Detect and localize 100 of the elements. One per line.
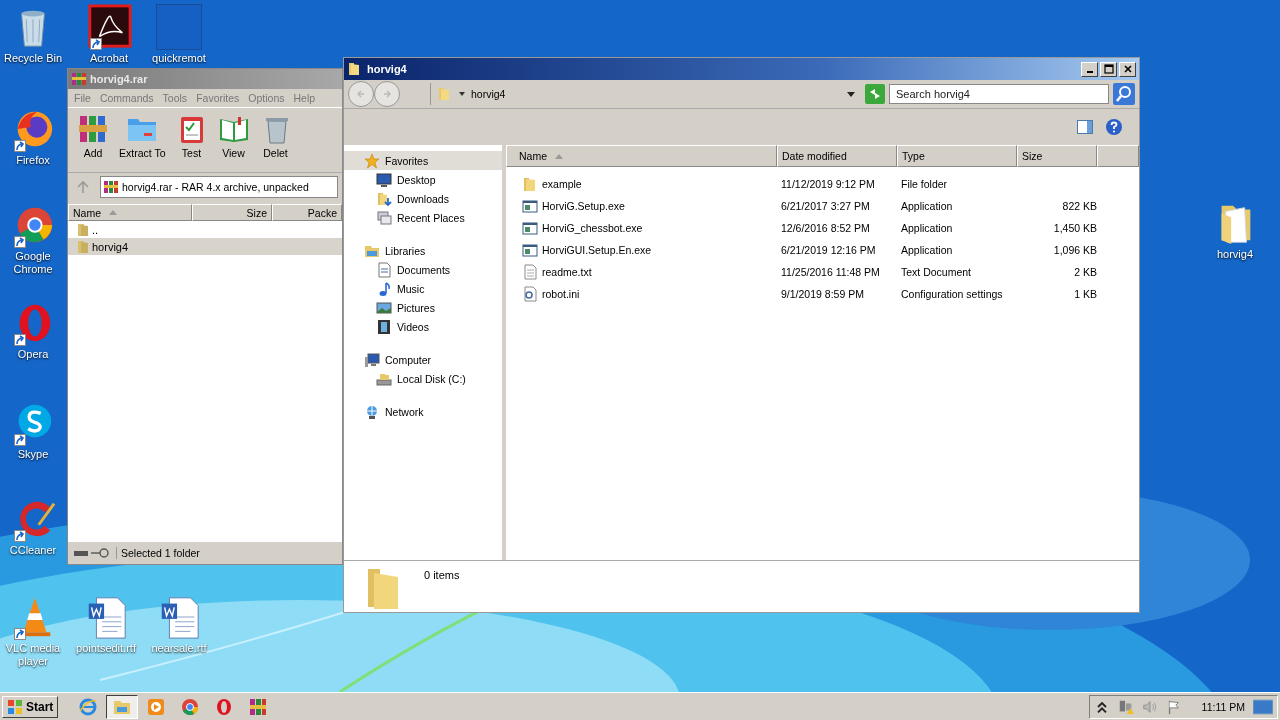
column-header[interactable]: Size	[192, 204, 272, 221]
play-icon	[146, 696, 167, 717]
icon-label: pointsedit.rtf	[76, 642, 136, 655]
help-icon[interactable]	[1105, 118, 1123, 136]
maximize-button[interactable]	[1100, 61, 1117, 77]
table-cell-text: 9/1/2019 8:59 PM	[780, 288, 865, 300]
column-header[interactable]: Name	[506, 145, 777, 167]
document-icon	[376, 261, 392, 278]
toolbar-button[interactable]: Delet	[256, 111, 295, 169]
column-header[interactable]: Date modified	[777, 145, 897, 167]
search-icon[interactable]	[1113, 83, 1135, 105]
icon-label: Google Chrome	[12, 250, 54, 276]
start-button[interactable]: Start	[2, 695, 59, 718]
path-field[interactable]: horvig4.rar - RAR 4.x archive, unpacked	[100, 176, 338, 198]
refresh-icon[interactable]	[865, 84, 885, 104]
globe-icon	[78, 696, 99, 717]
clock[interactable]: 11:11 PM	[1201, 700, 1245, 713]
desktop-icon[interactable]: horvig4	[1202, 198, 1268, 261]
table-cell-text: 11/25/2016 11:48 PM	[780, 266, 881, 278]
desktop-icon[interactable]: Recycle Bin	[0, 2, 66, 65]
dropdown-caret-icon	[847, 91, 855, 97]
minimize-button[interactable]	[1081, 61, 1098, 77]
file-row[interactable]: robot.ini 9/1/2019 8:59 PM Configuration settings 1 KB	[506, 283, 1139, 305]
books-icon	[248, 696, 269, 717]
folder-icon	[76, 239, 90, 254]
taskbar-button[interactable]	[106, 694, 139, 719]
column-header[interactable]: Packe	[272, 204, 342, 221]
file-row[interactable]: ..	[68, 221, 342, 238]
caret-icon	[459, 92, 465, 96]
file-name: horvig4	[92, 240, 129, 253]
file-row[interactable]: HorviG.Setup.exe 6/21/2017 3:27 PM Application 822 KB	[506, 195, 1139, 217]
speaker-icon[interactable]	[1141, 698, 1158, 715]
table-cell-text: 1,096 KB	[1052, 244, 1097, 256]
file-name: readme.txt	[542, 266, 592, 278]
toolbar-button[interactable]: Extract To	[116, 111, 169, 169]
icon-label: horvig4	[1216, 248, 1254, 261]
text-file-icon	[522, 264, 538, 280]
nav-item[interactable]: Recent Places	[344, 208, 502, 227]
nav-item[interactable]: Downloads	[344, 189, 502, 208]
file-row[interactable]: horvig4	[68, 238, 342, 255]
desktop-icon[interactable]: Acrobat	[76, 2, 142, 65]
table-cell-text: Application	[900, 200, 954, 212]
icon-label: quickremot	[152, 52, 206, 65]
up-arrow-icon[interactable]	[76, 180, 90, 194]
table-cell-text: Configuration settings	[900, 288, 1004, 300]
desktop-icon[interactable]: Skype	[0, 398, 66, 461]
nav-item[interactable]: Music	[344, 279, 502, 298]
nav-item[interactable]: Documents	[344, 260, 502, 279]
column-header[interactable]: Type	[897, 145, 1017, 167]
item-count: 0 items	[424, 569, 460, 581]
file-name: HorviG_chessbot.exe	[542, 222, 643, 234]
network-icon	[364, 403, 380, 420]
search-field[interactable]: Search horvig4	[889, 84, 1109, 104]
window-icon	[522, 242, 538, 258]
file-name: ..	[92, 223, 99, 236]
table-cell-text: File folder	[900, 178, 949, 190]
blank-icon	[156, 4, 202, 50]
toolbar-button[interactable]: View	[214, 111, 253, 169]
nav-item[interactable]: Computer	[344, 350, 502, 369]
preview-pane-icon[interactable]	[1077, 120, 1093, 134]
table-cell-text: Application	[900, 222, 954, 234]
forward-button[interactable]	[374, 81, 400, 107]
icon-label: Skype	[17, 448, 49, 461]
sort-arrow-icon	[555, 153, 563, 159]
nav-item[interactable]: Libraries	[344, 241, 502, 260]
nav-item[interactable]: Videos	[344, 317, 502, 336]
back-button[interactable]	[348, 81, 374, 107]
table-cell-text: 1 KB	[1073, 288, 1097, 300]
table-cell-text: 6/21/2017 3:27 PM	[780, 200, 871, 212]
network-warning-icon[interactable]	[1117, 698, 1134, 715]
image-icon	[376, 299, 392, 316]
column-header[interactable]: Size	[1017, 145, 1097, 167]
nav-item[interactable]: Favorites	[344, 151, 502, 170]
icon-label: Acrobat	[90, 52, 128, 65]
icon-label: Recycle Bin	[3, 52, 63, 65]
file-row[interactable]: example 11/12/2019 9:12 PM File folder	[506, 173, 1139, 195]
close-button[interactable]	[1119, 61, 1136, 77]
toolbar-button[interactable]: Test	[172, 111, 211, 169]
desktop-icon[interactable]: Google Chrome	[0, 200, 66, 276]
drive-key-icon	[74, 548, 110, 558]
address-field[interactable]: horvig4	[430, 83, 861, 105]
windows-logo-icon	[7, 698, 23, 715]
file-row[interactable]: readme.txt 11/25/2016 11:48 PM Text Document 2 KB	[506, 261, 1139, 283]
file-row[interactable]: HorviGUI.Setup.En.exe 6/21/2019 12:16 PM Application 1,096 KB	[506, 239, 1139, 261]
toolbar-button[interactable]: Add	[74, 111, 112, 169]
nav-item[interactable]: Desktop	[344, 170, 502, 189]
file-row[interactable]: HorviG_chessbot.exe 12/6/2016 8:52 PM Application 1,450 KB	[506, 217, 1139, 239]
nav-item[interactable]: Local Disk (C:)	[344, 369, 502, 388]
table-cell-text: 822 KB	[1061, 200, 1097, 212]
nav-item[interactable]: Pictures	[344, 298, 502, 317]
show-desktop-icon[interactable]	[1253, 698, 1273, 715]
desktop-icon[interactable]: Firefox	[0, 104, 66, 167]
nav-item[interactable]: Network	[344, 402, 502, 421]
monitor-icon	[376, 171, 392, 188]
desktop-icon[interactable]: Opera	[0, 298, 66, 361]
column-header[interactable]: Name	[68, 204, 192, 221]
back-arrow-icon	[355, 88, 367, 100]
folder-icon	[522, 176, 538, 192]
icon-label: nearsale.rtf	[151, 642, 207, 655]
desktop-icon[interactable]: quickremot	[146, 2, 212, 65]
